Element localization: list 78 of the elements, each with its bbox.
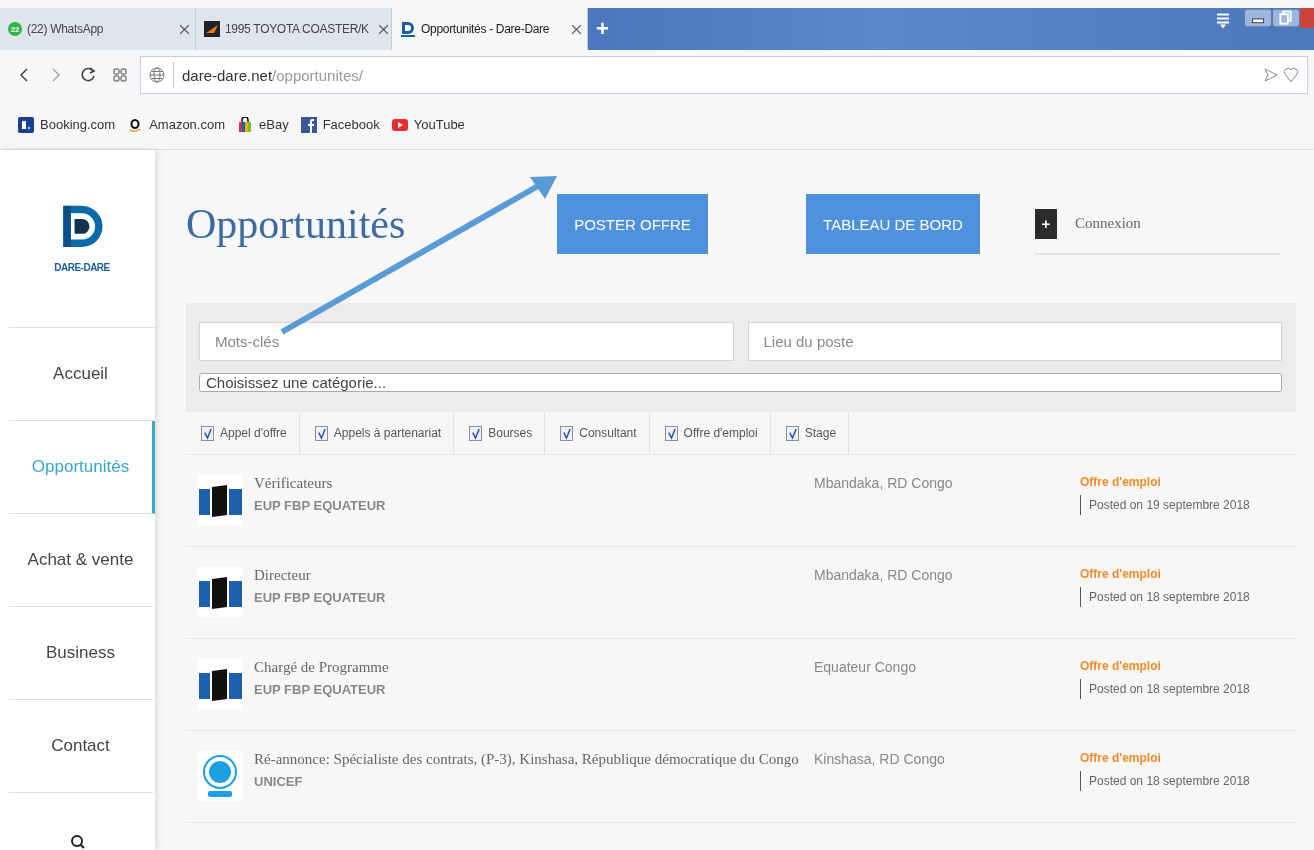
page-title: Opportunités	[186, 200, 407, 248]
organization-name: EUP FBP EQUATEUR	[254, 682, 387, 697]
nav-item[interactable]: Achat & vente	[9, 514, 155, 607]
bookmark-icon	[300, 116, 317, 133]
play-icon	[391, 116, 408, 133]
new-tab-button[interactable]: +	[588, 8, 617, 50]
job-type: Offre d'emploi	[1080, 751, 1162, 765]
job-location: Equateur Congo	[814, 659, 917, 675]
company-logo-drawing	[198, 567, 242, 617]
filter-label: Appels à partenariat	[333, 426, 442, 440]
job-title[interactable]: Chargé de Programme	[254, 659, 814, 676]
organization-name: UNICEF	[254, 774, 304, 789]
filter-label: Appel d'offre	[220, 426, 287, 440]
job-title[interactable]: Ré-annonce: Spécialiste des contrats, (P-3), Kinshasa, République démocratique du Congo	[254, 751, 814, 768]
checkbox[interactable]	[560, 425, 574, 441]
restore-icon[interactable]	[1272, 8, 1300, 28]
job-title[interactable]: Directeur	[254, 567, 814, 584]
checkbox[interactable]	[469, 425, 483, 441]
keywords-field[interactable]: Mots-clés	[199, 322, 734, 361]
site-favicon-icon	[400, 21, 416, 37]
minimize-icon[interactable]	[1244, 8, 1272, 28]
filter-label: Stage	[804, 426, 837, 440]
nav-item[interactable]: Accueil	[9, 328, 155, 421]
url-domain: dare-dare.net	[182, 66, 273, 84]
job-title[interactable]: Vérificateurs	[254, 475, 814, 492]
tab-title: Opportunités - Dare-Dare	[421, 22, 551, 36]
job-type: Offre d'emploi	[1080, 659, 1162, 673]
filter-label: Offre d'emploi	[683, 426, 758, 440]
search-icon[interactable]	[69, 834, 86, 850]
heart-icon[interactable]	[1283, 66, 1299, 84]
nav-item[interactable]: Business	[9, 607, 155, 700]
posted-date: Posted on 18 septembre 2018	[1080, 679, 1250, 699]
location-field[interactable]: Lieu du poste	[747, 322, 1282, 361]
login-link[interactable]: Connexion	[1075, 215, 1141, 232]
posted-date: Posted on 19 septembre 2018	[1080, 495, 1250, 515]
bookmark-link[interactable]: eBay	[237, 116, 289, 133]
grid-icon[interactable]	[112, 67, 128, 83]
job-location: Mbandaka, RD Congo	[814, 567, 954, 583]
company-logo-drawing	[198, 751, 242, 801]
company-logo-drawing	[198, 475, 242, 525]
logo-text: DARE-DARE	[54, 262, 110, 273]
organization-name: EUP FBP EQUATEUR	[254, 498, 387, 513]
checkbox[interactable]	[664, 425, 678, 441]
close-icon[interactable]	[377, 23, 389, 35]
job-location: Kinshasa, RD Congo	[814, 751, 946, 767]
bookmark-link[interactable]: Booking.com	[18, 116, 116, 133]
close-icon[interactable]	[571, 23, 582, 35]
close-icon[interactable]	[179, 23, 190, 35]
plus-icon[interactable]: +	[1035, 208, 1057, 239]
tab-title: 1995 TOYOTA COASTER/K	[225, 22, 369, 36]
tab-title: (22) WhatsApp	[27, 22, 105, 36]
posted-date: Posted on 18 septembre 2018	[1080, 771, 1250, 791]
shopping-bag-icon	[237, 116, 254, 133]
bookmark-link[interactable]: Facebook	[300, 116, 380, 133]
reload-icon[interactable]	[80, 67, 96, 83]
bookmark-icon	[18, 116, 34, 133]
address-bar[interactable]: dare-dare.net/opportunites/	[140, 56, 1308, 94]
job-location: Mbandaka, RD Congo	[814, 475, 954, 491]
nav-item[interactable]: Contact	[9, 700, 155, 793]
category-field[interactable]: Choisissez une catégorie...	[199, 373, 1282, 392]
checkbox[interactable]	[785, 425, 799, 441]
posted-date: Posted on 18 septembre 2018	[1080, 587, 1250, 607]
site-favicon-icon	[204, 21, 220, 37]
checkbox[interactable]	[314, 425, 328, 441]
job-type: Offre d'emploi	[1080, 567, 1162, 581]
bookmark-link[interactable]: YouTube	[391, 116, 465, 133]
browser-tab[interactable]: Opportunités - Dare-Dare	[392, 8, 588, 50]
filter-label: Consultant	[579, 426, 637, 440]
filter-label: Bourses	[488, 426, 533, 440]
menu-icon[interactable]	[1216, 12, 1230, 29]
chat-badge-icon: 22	[8, 22, 22, 36]
globe-icon	[149, 67, 165, 83]
company-logo-drawing	[198, 659, 242, 709]
job-type: Offre d'emploi	[1080, 475, 1162, 489]
url-path: /opportunites/	[272, 66, 363, 84]
checkbox[interactable]	[201, 425, 214, 441]
organization-name: EUP FBP EQUATEUR	[254, 590, 387, 605]
bookmark-link[interactable]: Amazon.com	[127, 116, 226, 133]
